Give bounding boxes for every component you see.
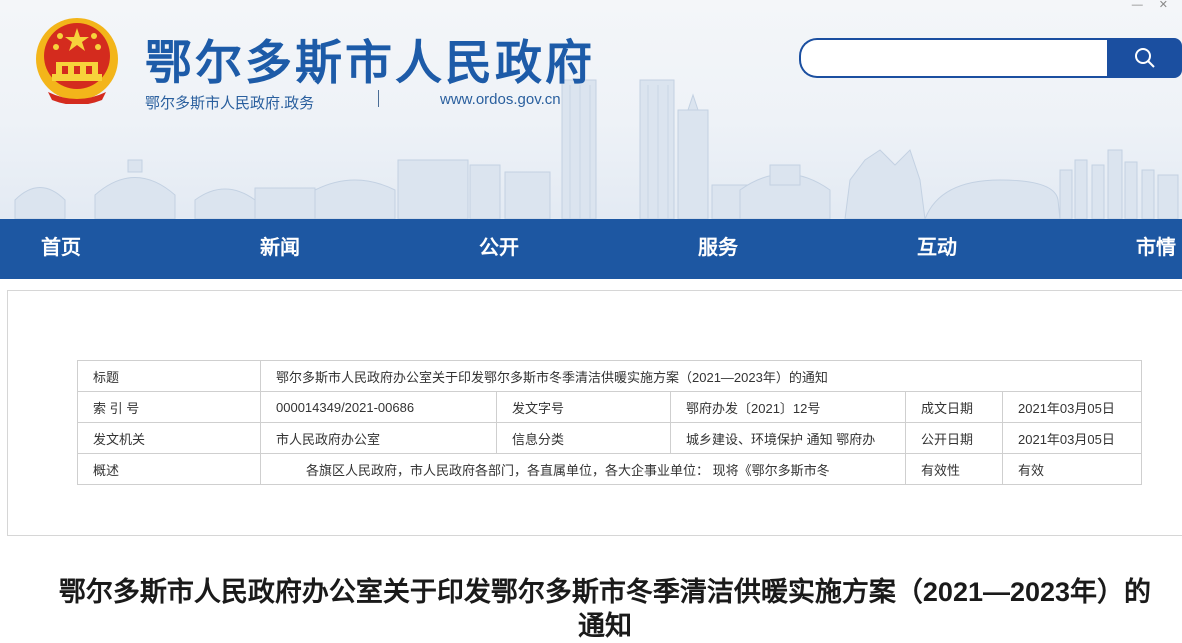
document-number-label: 发文字号 xyxy=(496,391,671,423)
table-row: 标题 鄂尔多斯市人民政府办公室关于印发鄂尔多斯市冬季清洁供暖实施方案（2021—… xyxy=(77,360,1143,392)
validity-label: 有效性 xyxy=(905,453,1003,485)
document-number-value: 鄂府办发〔2021〕12号 xyxy=(670,391,906,423)
document-meta-table: 标题 鄂尔多斯市人民政府办公室关于印发鄂尔多斯市冬季清洁供暖实施方案（2021—… xyxy=(77,360,1143,485)
site-subtitle: 鄂尔多斯市人民政府.政务 xyxy=(145,95,315,112)
minimize-icon[interactable]: — xyxy=(1132,0,1143,12)
window-controls: — ✕ xyxy=(1132,0,1168,12)
index-number-label: 索 引 号 xyxy=(77,391,261,423)
header-divider xyxy=(378,90,379,107)
summary-value: 各旗区人民政府，市人民政府各部门，各直属单位，各大企事业单位： 现将《鄂尔多斯市… xyxy=(260,453,906,485)
title-label: 标题 xyxy=(77,360,261,392)
nav-item-open[interactable]: 公开 xyxy=(479,219,519,279)
issuing-agency-label: 发文机关 xyxy=(77,422,261,454)
site-header: 鄂尔多斯市人民政府 鄂尔多斯市人民政府.政务 www.ordos.gov.cn xyxy=(0,0,1182,219)
nav-item-news[interactable]: 新闻 xyxy=(260,219,300,279)
written-date-label: 成文日期 xyxy=(905,391,1003,423)
close-icon[interactable]: ✕ xyxy=(1159,0,1168,12)
category-value: 城乡建设、环境保护 通知 鄂府办 xyxy=(670,422,906,454)
table-row: 索 引 号 000014349/2021-00686 发文字号 鄂府办发〔202… xyxy=(77,391,1143,423)
nav-item-service[interactable]: 服务 xyxy=(698,219,738,279)
written-date-value: 2021年03月05日 xyxy=(1001,391,1143,423)
national-emblem-icon xyxy=(36,18,118,104)
search-input[interactable] xyxy=(799,38,1113,78)
nav-item-interaction[interactable]: 互动 xyxy=(917,219,957,279)
table-row: 发文机关 市人民政府办公室 信息分类 城乡建设、环境保护 通知 鄂府办 公开日期… xyxy=(77,422,1143,454)
publish-date-label: 公开日期 xyxy=(905,422,1003,454)
validity-value: 有效 xyxy=(1001,453,1143,485)
table-row: 概述 各旗区人民政府，市人民政府各部门，各直属单位，各大企事业单位： 现将《鄂尔… xyxy=(77,453,1143,485)
category-label: 信息分类 xyxy=(496,422,671,454)
article-headline: 鄂尔多斯市人民政府办公室关于印发鄂尔多斯市冬季清洁供暖实施方案（2021—202… xyxy=(58,577,1152,641)
index-number-value: 000014349/2021-00686 xyxy=(260,391,497,423)
main-nav: 首页 新闻 公开 服务 互动 市情 xyxy=(0,219,1182,279)
search-button[interactable] xyxy=(1107,38,1182,78)
publish-date-value: 2021年03月05日 xyxy=(1001,422,1143,454)
search-icon xyxy=(1134,48,1155,68)
title-value: 鄂尔多斯市人民政府办公室关于印发鄂尔多斯市冬季清洁供暖实施方案（2021—202… xyxy=(259,360,1143,392)
issuing-agency-value: 市人民政府办公室 xyxy=(260,422,497,454)
site-title[interactable]: 鄂尔多斯市人民政府 xyxy=(145,24,595,93)
nav-item-city-info[interactable]: 市情 xyxy=(1136,219,1176,279)
site-url[interactable]: www.ordos.gov.cn xyxy=(440,91,561,108)
summary-label: 概述 xyxy=(77,453,261,485)
search-bar xyxy=(799,38,1182,78)
nav-item-home[interactable]: 首页 xyxy=(41,219,81,279)
